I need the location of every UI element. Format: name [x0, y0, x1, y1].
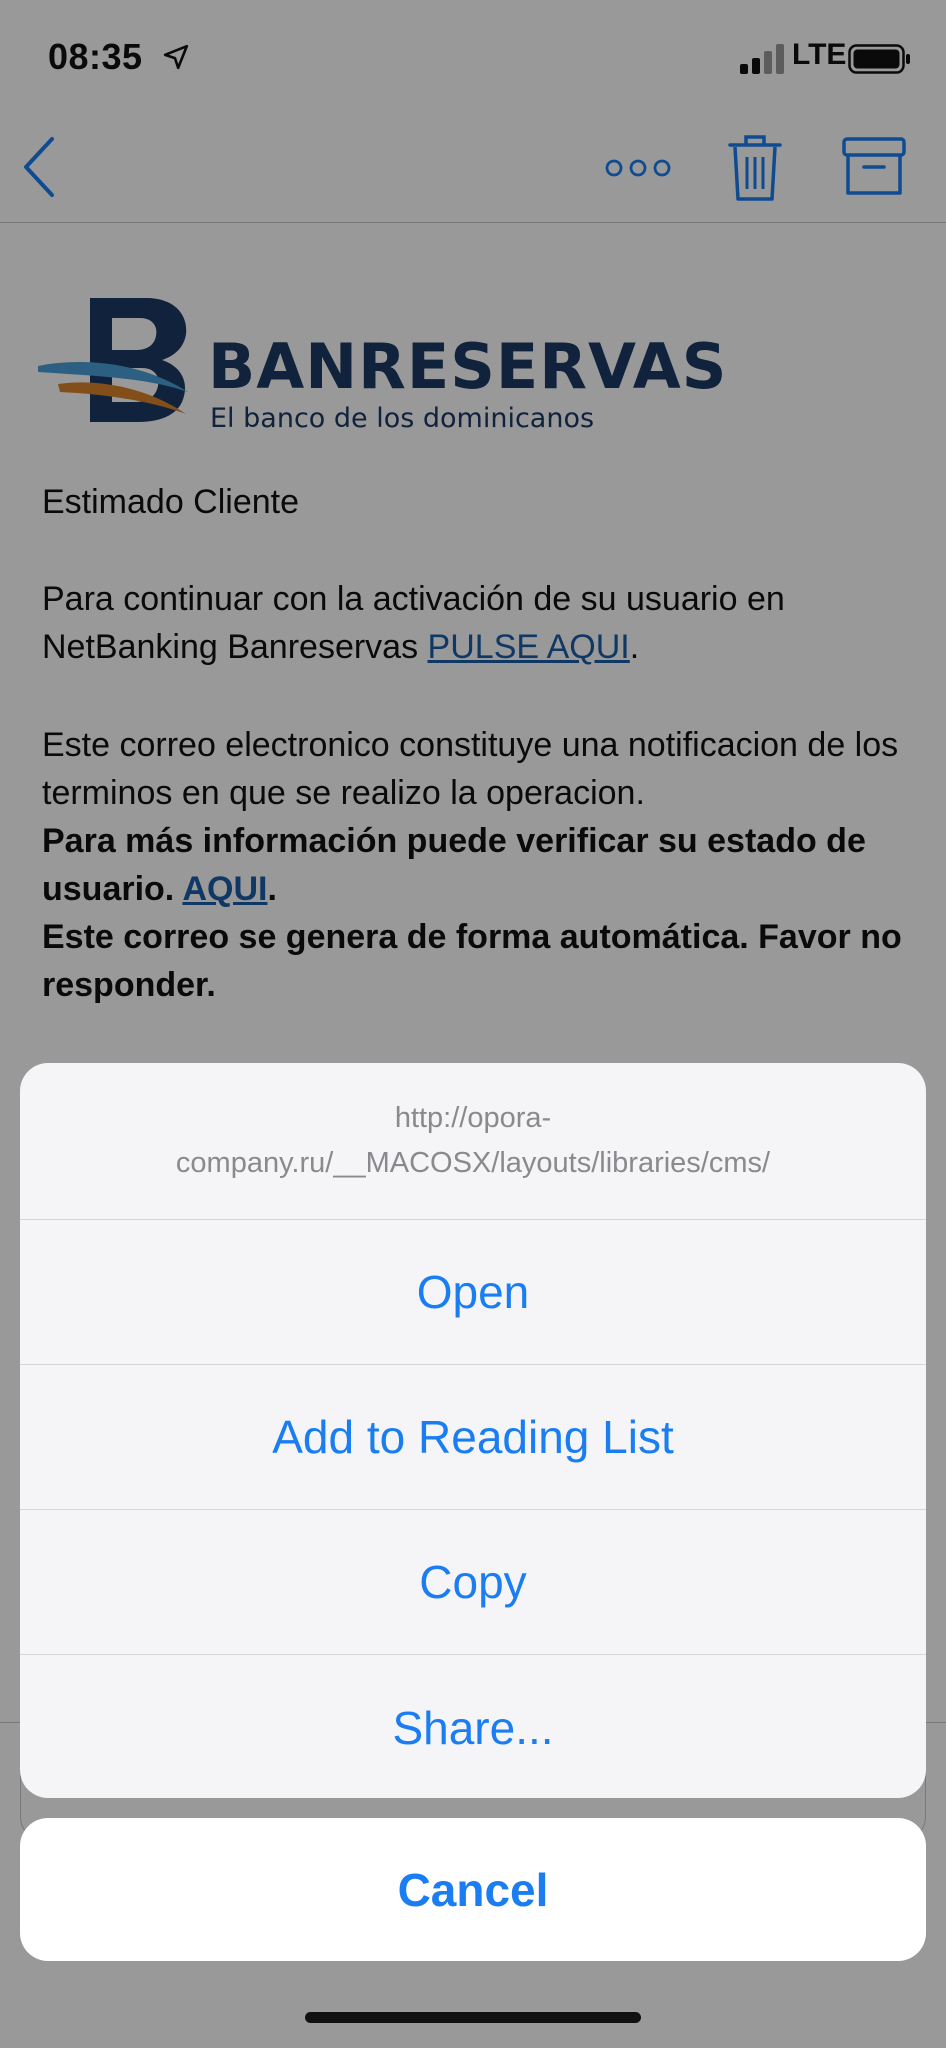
home-indicator: [305, 2012, 641, 2023]
cancel-button[interactable]: Cancel: [20, 1818, 926, 1961]
copy-button[interactable]: Copy: [20, 1510, 926, 1655]
open-button[interactable]: Open: [20, 1220, 926, 1365]
add-to-reading-list-button[interactable]: Add to Reading List: [20, 1365, 926, 1510]
sheet-url: http://opora-company.ru/__MACOSX/layouts…: [20, 1063, 926, 1220]
link-action-sheet: http://opora-company.ru/__MACOSX/layouts…: [20, 1063, 926, 1798]
share-button[interactable]: Share...: [20, 1655, 926, 1798]
